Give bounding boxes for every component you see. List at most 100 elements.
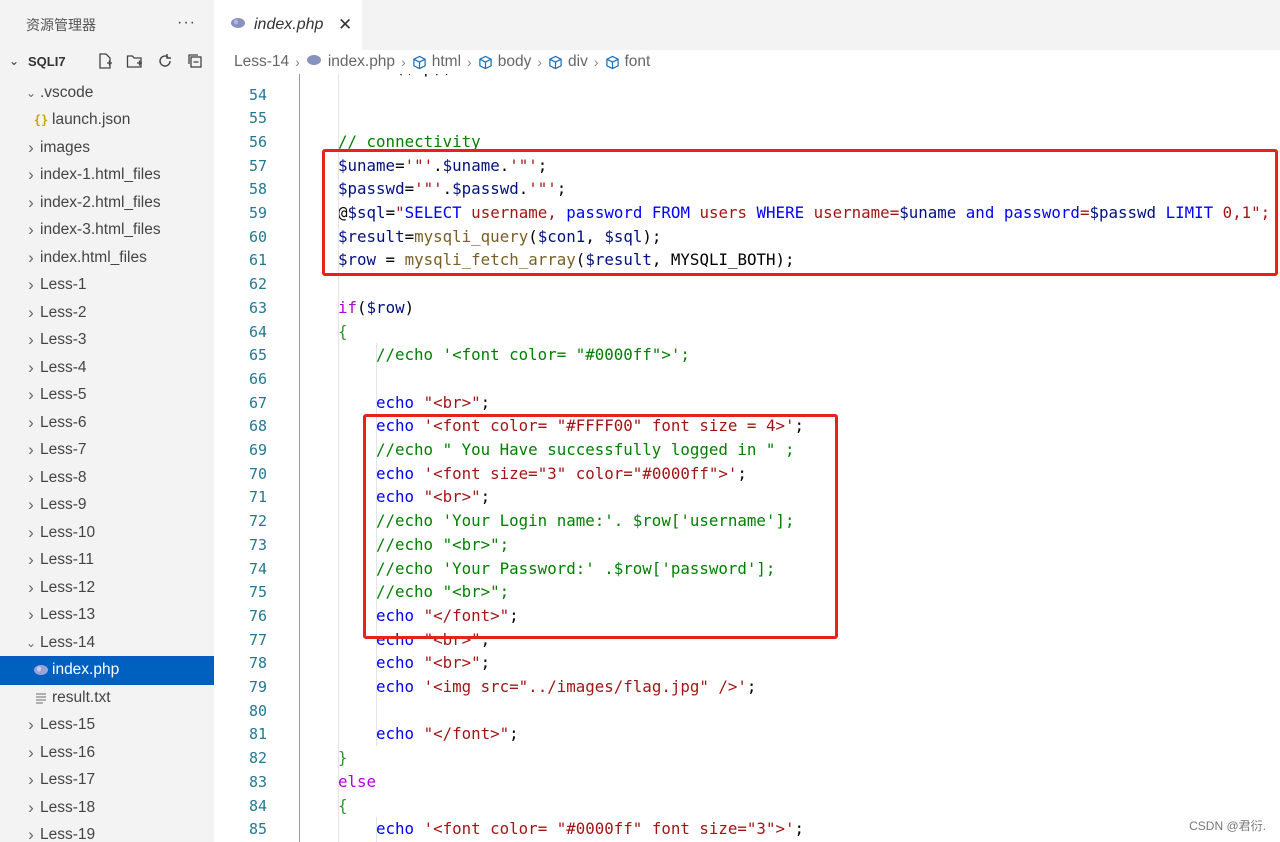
tree-item[interactable]: ⌄ Less-14 <box>0 629 214 657</box>
tree-item-label: Less-9 <box>40 496 87 514</box>
breadcrumb-item[interactable]: div <box>548 53 588 71</box>
tree-item[interactable]: › Less-15 <box>0 712 214 740</box>
code-token: username= <box>804 203 900 222</box>
tree-item[interactable]: › Less-18 <box>0 794 214 822</box>
tree-item[interactable]: › Less-16 <box>0 739 214 767</box>
new-folder-button[interactable] <box>124 50 146 72</box>
tree-item[interactable]: › Less-2 <box>0 299 214 327</box>
code-token: = <box>385 203 396 222</box>
symbol-cube-icon <box>548 55 563 70</box>
chevron-right-icon: › <box>28 522 34 542</box>
code-token: users <box>689 203 757 222</box>
collapse-all-icon <box>188 54 202 68</box>
tree-item[interactable]: index.php <box>0 655 214 685</box>
collapse-all-button[interactable] <box>184 50 206 72</box>
tree-item[interactable]: › Less-3 <box>0 327 214 355</box>
code-token: ) <box>404 297 415 317</box>
new-file-button[interactable] <box>94 50 116 72</box>
tree-item[interactable]: › Less-11 <box>0 547 214 575</box>
tree-item[interactable]: › index.html_files <box>0 244 214 272</box>
breadcrumb-label: body <box>497 53 532 70</box>
explorer-sidebar: 资源管理器 ··· ⌄ SQLI7 ⌄ .vscode{} launch.json ›… <box>0 0 214 842</box>
line-number: 61 <box>248 251 267 270</box>
tree-item-label: Less-5 <box>40 386 87 404</box>
code-line: //echo "<br>"; <box>376 533 509 557</box>
tree-item-label: index.php <box>52 661 120 679</box>
tree-item[interactable]: › Less-10 <box>0 519 214 547</box>
chevron-down-icon: ⌄ <box>25 85 37 100</box>
chevron-right-icon: › <box>28 715 34 735</box>
chevron-right-icon: › <box>28 220 34 240</box>
code-token: $uname <box>442 155 500 175</box>
code-token: ; <box>737 463 747 483</box>
code-editor[interactable]: 54 55 56 57 58 59 60 61 62 63 64 65 66 67 68 69 70 71 72 73… <box>214 74 1280 842</box>
chevron-right-icon: › <box>28 467 34 487</box>
code-line: echo "</font>"; <box>376 722 519 746</box>
tree-item[interactable]: ⌄ .vscode <box>0 79 214 107</box>
code-token: ( <box>528 226 538 246</box>
code-token: and <box>965 203 995 222</box>
code-token: { <box>338 795 348 815</box>
chevron-right-icon: › <box>28 165 34 185</box>
code-token: '"' <box>414 179 443 199</box>
more-actions-button[interactable]: ··· <box>177 14 196 32</box>
tree-item[interactable]: › Less-8 <box>0 464 214 492</box>
tab-index-php[interactable]: index.php ✕ <box>214 0 362 50</box>
tree-item[interactable]: › Less-5 <box>0 382 214 410</box>
tree-item[interactable]: › index-1.html_files <box>0 162 214 190</box>
refresh-button[interactable] <box>154 50 176 72</box>
line-number: 71 <box>248 488 267 507</box>
code-token: $row <box>366 297 405 317</box>
code-token: ; <box>746 677 757 696</box>
tree-item[interactable]: result.txt <box>0 684 214 712</box>
tree-item[interactable]: › Less-4 <box>0 354 214 382</box>
line-number: 75 <box>248 583 267 602</box>
code-token: //echo 'Your Password:' .$row['password'… <box>376 558 776 578</box>
indent-guide <box>338 74 339 842</box>
tree-item[interactable]: › Less-1 <box>0 272 214 300</box>
code-line: echo "<br>"; <box>376 651 490 675</box>
code-token: '"' <box>528 179 557 199</box>
code-line: { <box>338 320 348 344</box>
tree-item[interactable]: › images <box>0 134 214 162</box>
tree-item[interactable]: {} launch.json <box>0 107 214 135</box>
tree-item[interactable]: › Less-12 <box>0 574 214 602</box>
code-line: echo '<font size="3" color="#0000ff">'; <box>376 462 747 486</box>
tree-item[interactable]: › Less-17 <box>0 767 214 795</box>
line-number: 63 <box>248 298 267 317</box>
code-line: //echo 'Your Password:' .$row['password'… <box>376 557 775 581</box>
tree-item[interactable]: › Less-7 <box>0 437 214 465</box>
breadcrumb-item[interactable]: font <box>605 53 650 71</box>
tree-item[interactable]: › Less-6 <box>0 409 214 437</box>
breadcrumb-item[interactable]: body <box>478 53 532 71</box>
chevron-right-icon: › <box>467 54 472 70</box>
code-token: '"' <box>509 155 538 175</box>
chevron-right-icon: › <box>537 54 542 70</box>
tree-item[interactable]: › index-2.html_files <box>0 189 214 217</box>
tree-item-label: launch.json <box>52 111 131 129</box>
line-number: 57 <box>248 156 267 175</box>
breadcrumb-item[interactable]: Less-14 <box>234 53 289 71</box>
close-icon[interactable]: ✕ <box>338 15 352 35</box>
tree-item[interactable]: › Less-13 <box>0 602 214 630</box>
code-line: echo '<img src="../images/flag.jpg" />'; <box>376 675 756 699</box>
chevron-right-icon: › <box>28 770 34 790</box>
workspace-folder-header[interactable]: ⌄ SQLI7 <box>0 50 214 72</box>
line-number: 62 <box>248 275 267 294</box>
tree-item[interactable]: › index-3.html_files <box>0 217 214 245</box>
code-token: $result <box>585 250 652 270</box>
breadcrumb-item[interactable]: html <box>412 53 461 71</box>
tree-item[interactable]: › Less-19 <box>0 822 214 842</box>
chevron-right-icon: › <box>28 605 34 625</box>
symbol-cube-icon <box>412 55 427 70</box>
breadcrumb-label: Less-14 <box>234 53 290 70</box>
code-token: echo <box>376 653 415 673</box>
tree-item[interactable]: › Less-9 <box>0 492 214 520</box>
breadcrumb: Less-14 › index.php › html › body › div › font <box>214 50 1280 74</box>
breadcrumb-item[interactable]: index.php <box>306 53 395 71</box>
code-token: '<font color= "#0000ff" font size="3">' <box>423 819 795 839</box>
